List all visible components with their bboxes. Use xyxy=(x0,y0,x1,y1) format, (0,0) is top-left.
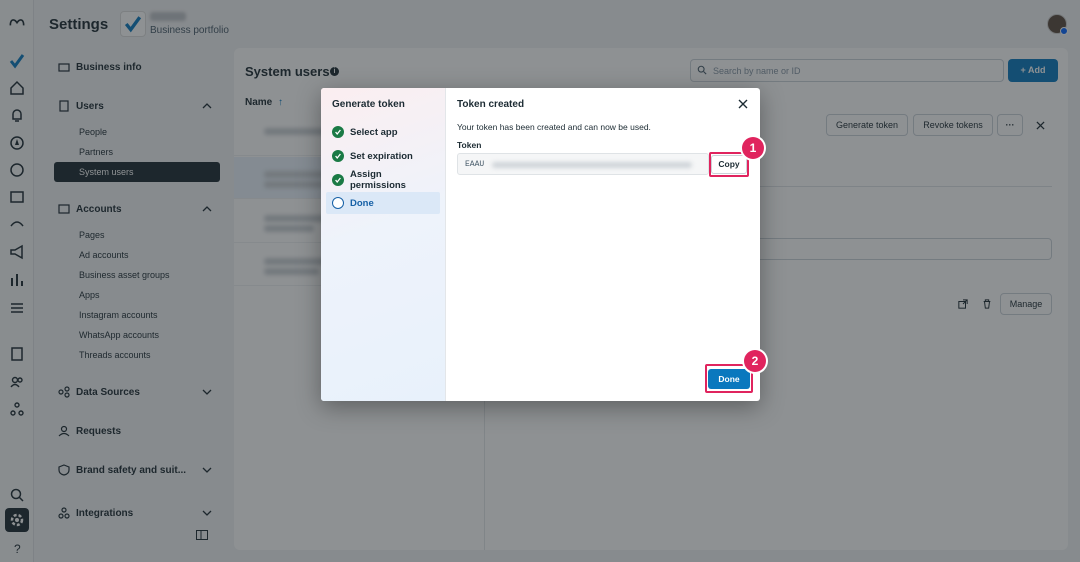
wizard-steps-panel: Generate token Select app Set expiration… xyxy=(321,88,446,401)
step-1-badge: 1 xyxy=(742,137,764,159)
wizard-title: Generate token xyxy=(332,99,405,110)
step-label: Done xyxy=(350,197,374,209)
step-set-expiration[interactable]: Set expiration xyxy=(326,145,440,167)
token-field[interactable]: EAAU xyxy=(457,153,709,175)
dialog-description: Your token has been created and can now … xyxy=(457,122,651,132)
highlight-copy xyxy=(709,152,749,177)
step-label: Select app xyxy=(350,126,398,138)
highlight-done xyxy=(705,364,753,393)
token-redacted xyxy=(492,162,692,168)
close-icon[interactable] xyxy=(738,99,748,109)
step-select-app[interactable]: Select app xyxy=(326,121,440,143)
token-value: EAAU xyxy=(465,160,485,169)
step-2-badge: 2 xyxy=(744,350,766,372)
generate-token-dialog: Generate token Select app Set expiration… xyxy=(321,88,760,401)
circle-icon xyxy=(332,197,344,209)
checkmark-icon xyxy=(332,174,344,186)
step-assign-permissions[interactable]: Assign permissions xyxy=(326,169,440,191)
token-created-panel: Token created Your token has been create… xyxy=(446,88,760,401)
step-label: Set expiration xyxy=(350,150,413,162)
dialog-title: Token created xyxy=(457,99,525,110)
step-done[interactable]: Done xyxy=(326,192,440,214)
step-label: Assign permissions xyxy=(350,169,406,191)
token-label: Token xyxy=(457,140,482,150)
checkmark-icon xyxy=(332,150,344,162)
checkmark-icon xyxy=(332,126,344,138)
